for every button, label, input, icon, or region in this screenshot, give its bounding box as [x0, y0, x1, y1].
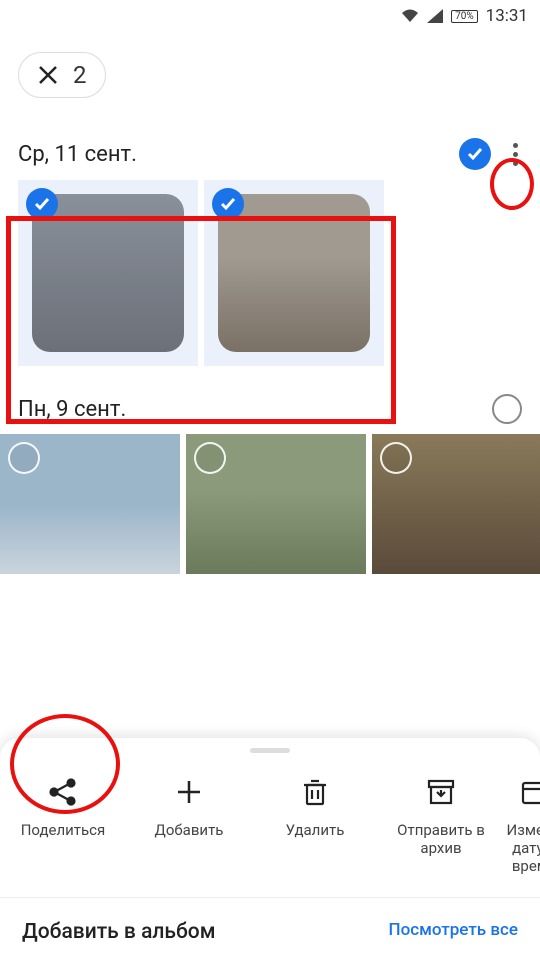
action-bar: Поделиться Добавить Удалить: [0, 767, 540, 897]
close-icon[interactable]: [37, 64, 59, 86]
unchecked-circle-icon[interactable]: [8, 442, 40, 474]
unchecked-circle-icon[interactable]: [194, 442, 226, 474]
photo-row: [0, 434, 540, 574]
photo-thumbnail[interactable]: [0, 434, 180, 574]
date-group: Ср, 11 сент.: [0, 118, 540, 374]
unchecked-circle-icon[interactable]: [380, 442, 412, 474]
checkmark-icon[interactable]: [212, 188, 244, 220]
photo-row: [18, 180, 522, 374]
more-icon[interactable]: [509, 139, 522, 170]
action-label: Удалить: [286, 821, 345, 839]
trash-icon: [298, 775, 332, 809]
selection-chip[interactable]: 2: [18, 52, 106, 98]
archive-icon: [424, 775, 458, 809]
bottom-sheet[interactable]: Поделиться Добавить Удалить: [0, 738, 540, 960]
see-all-link[interactable]: Посмотреть все: [389, 920, 519, 944]
photo-image: [32, 194, 184, 352]
date-group: Пн, 9 сент.: [0, 374, 540, 574]
plus-icon: [172, 775, 206, 809]
add-to-album-row: Добавить в альбом Посмотреть все: [0, 897, 540, 960]
action-label: Отправить в архив: [378, 821, 504, 857]
drag-handle-icon[interactable]: [250, 748, 290, 753]
photo-thumbnail[interactable]: [372, 434, 540, 574]
edit-date-button[interactable]: Изменить дату и время: [504, 775, 540, 875]
calendar-icon: [517, 775, 540, 809]
signal-icon: [427, 9, 443, 23]
add-button[interactable]: Добавить: [126, 775, 252, 875]
date-label: Ср, 11 сент.: [18, 142, 137, 167]
photo-thumbnail[interactable]: [18, 180, 198, 366]
status-bar: 70% 13:31: [0, 0, 540, 32]
action-label: Поделиться: [21, 821, 106, 839]
date-label: Пн, 9 сент.: [18, 397, 126, 422]
date-header: Ср, 11 сент.: [18, 118, 522, 180]
share-button[interactable]: Поделиться: [0, 775, 126, 875]
battery-indicator: 70%: [451, 10, 478, 23]
date-header: Пн, 9 сент.: [18, 374, 522, 434]
archive-button[interactable]: Отправить в архив: [378, 775, 504, 875]
clock: 13:31: [486, 6, 528, 26]
delete-button[interactable]: Удалить: [252, 775, 378, 875]
album-section-title: Добавить в альбом: [22, 920, 215, 944]
select-all-unchecked-icon[interactable]: [492, 394, 522, 424]
selection-count: 2: [73, 61, 87, 89]
wifi-icon: [401, 9, 419, 23]
photo-thumbnail[interactable]: [204, 180, 384, 366]
action-label: Добавить: [155, 821, 224, 839]
photo-image: [218, 194, 370, 352]
selection-header: 2: [0, 32, 540, 118]
select-all-checked-icon[interactable]: [459, 138, 491, 170]
action-label: Изменить дату и время: [507, 821, 540, 875]
share-icon: [46, 775, 80, 809]
checkmark-icon[interactable]: [26, 188, 58, 220]
photo-thumbnail[interactable]: [186, 434, 366, 574]
